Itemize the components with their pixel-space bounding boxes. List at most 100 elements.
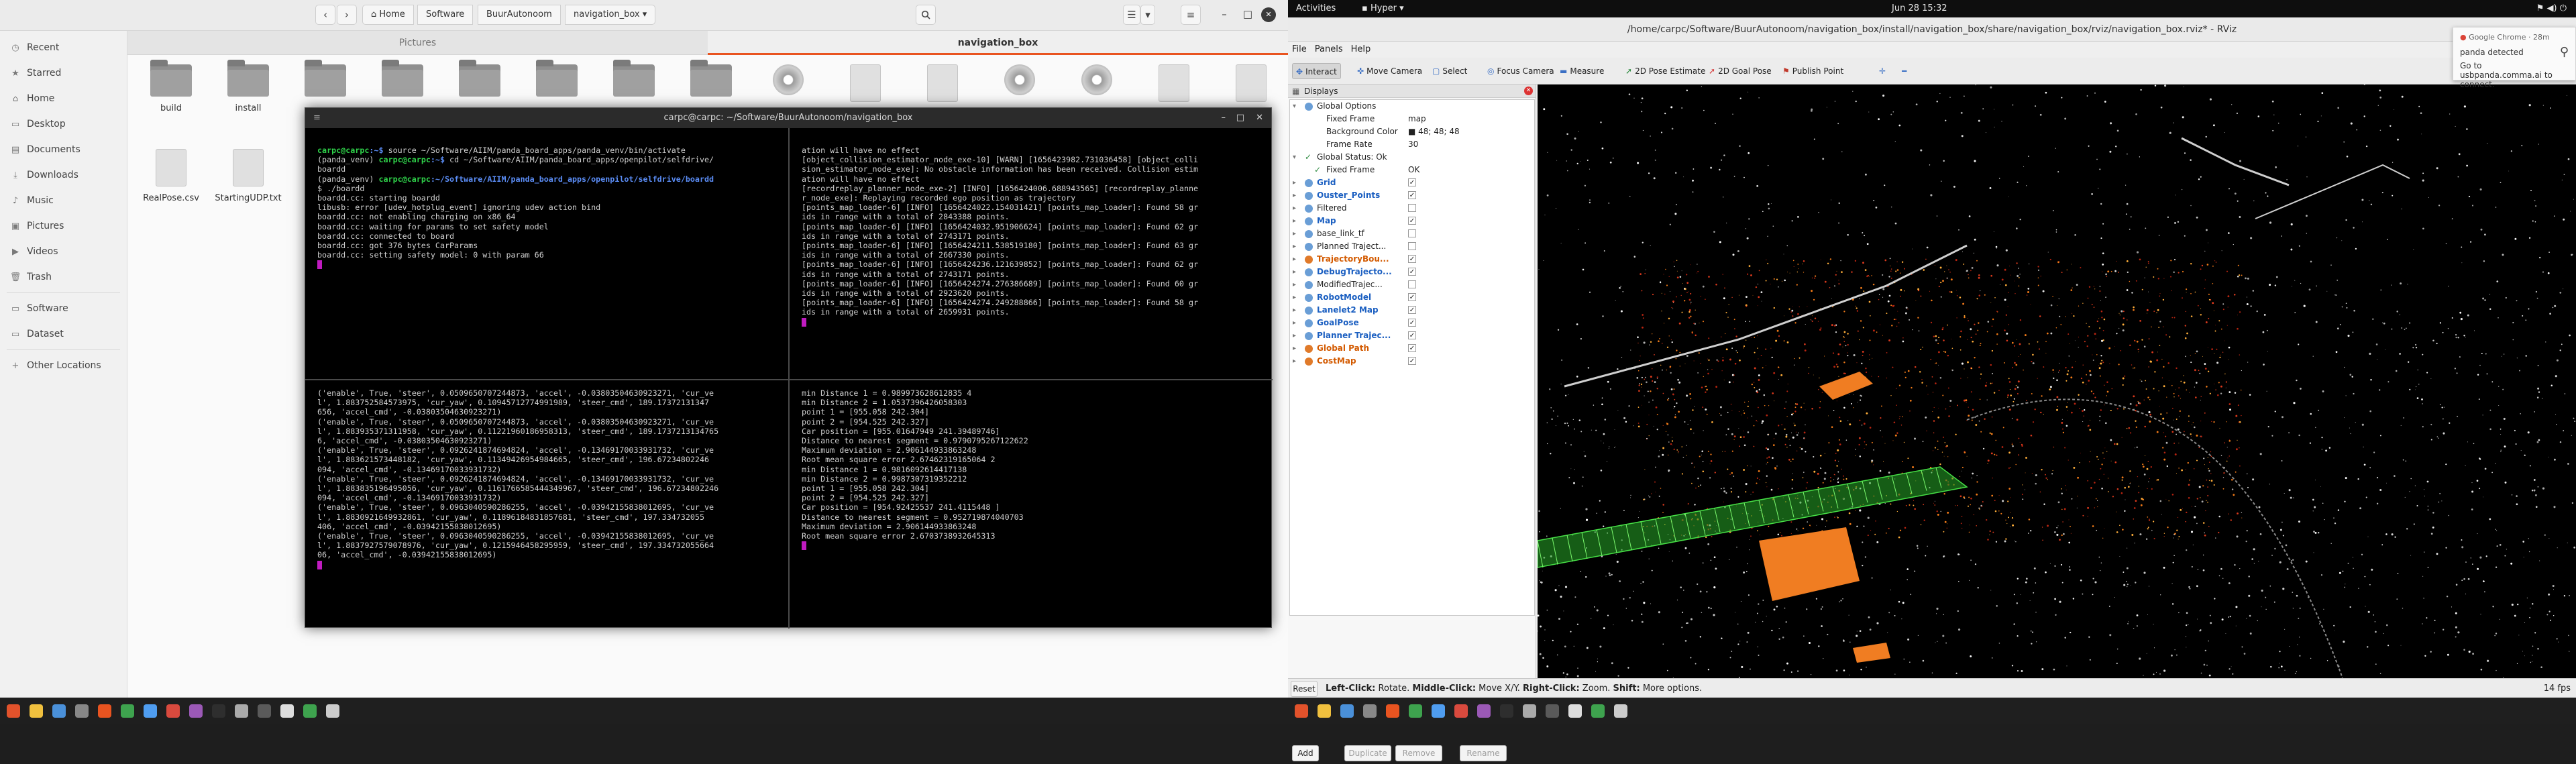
- display-row-planner-trajec-[interactable]: ▸ Planner Trajec... ✓: [1290, 329, 1534, 342]
- back-button[interactable]: ‹: [315, 5, 335, 25]
- taskbar-app-icon[interactable]: [1614, 704, 1627, 718]
- display-row-global-status-ok[interactable]: ▾ ✓ Global Status: Ok: [1290, 151, 1534, 164]
- breadcrumb-home[interactable]: ⌂ Home: [362, 5, 414, 25]
- terminal-close-button[interactable]: ✕: [1256, 108, 1263, 128]
- display-enabled-checkbox[interactable]: ✓: [1408, 217, 1416, 225]
- rename-display-button[interactable]: Rename: [1460, 745, 1507, 761]
- display-value[interactable]: 30: [1408, 138, 1418, 151]
- expand-arrow-icon[interactable]: ▸: [1293, 189, 1296, 202]
- display-enabled-checkbox[interactable]: [1408, 229, 1416, 237]
- file-item[interactable]: StartingUDP.txt: [211, 149, 285, 203]
- terminal-maximize-button[interactable]: □: [1236, 108, 1244, 128]
- tool-interact[interactable]: ✥ Interact: [1292, 63, 1341, 79]
- display-value[interactable]: OK: [1408, 164, 1419, 176]
- expand-arrow-icon[interactable]: ▸: [1293, 215, 1296, 227]
- notification-popup[interactable]: ● Google Chrome · 28m panda detected Go …: [2453, 27, 2576, 89]
- display-enabled-checkbox[interactable]: ✓: [1408, 306, 1416, 314]
- sidebar-item-recent[interactable]: ◷ Recent: [0, 35, 127, 60]
- file-item[interactable]: [828, 64, 902, 109]
- add-display-button[interactable]: Add: [1292, 745, 1319, 761]
- display-row-lanelet2-map[interactable]: ▸ Lanelet2 Map ✓: [1290, 304, 1534, 317]
- taskbar-app-icon[interactable]: [1454, 704, 1468, 718]
- tool-focus-camera[interactable]: ◎ Focus Camera: [1484, 63, 1558, 79]
- pane-divider-horizontal[interactable]: [305, 379, 1273, 380]
- taskbar-app-icon[interactable]: [1340, 704, 1354, 718]
- display-row-robotmodel[interactable]: ▸ RobotModel ✓: [1290, 291, 1534, 304]
- expand-arrow-icon[interactable]: ▸: [1293, 291, 1296, 304]
- sidebar-item-trash[interactable]: 🗑 Trash: [0, 264, 127, 290]
- display-row-fixed-frame[interactable]: ✓ Fixed Frame OK: [1290, 164, 1534, 176]
- taskbar-app-icon[interactable]: [1295, 704, 1308, 718]
- display-enabled-checkbox[interactable]: ✓: [1408, 331, 1416, 339]
- expand-arrow-icon[interactable]: ▸: [1293, 317, 1296, 329]
- expand-arrow-icon[interactable]: ▸: [1293, 240, 1296, 253]
- display-row-grid[interactable]: ▸ Grid ✓: [1290, 176, 1534, 189]
- maximize-button[interactable]: □: [1238, 5, 1258, 25]
- taskbar-app-icon[interactable]: [1591, 704, 1605, 718]
- display-row-debugtrajecto-[interactable]: ▸ DebugTrajecto... ✓: [1290, 266, 1534, 278]
- taskbar-app-icon[interactable]: [121, 704, 134, 718]
- taskbar-app-icon[interactable]: [1318, 704, 1331, 718]
- minimize-button[interactable]: –: [1214, 5, 1234, 25]
- tool-publish-point[interactable]: ⚑ Publish Point: [1779, 63, 1847, 79]
- terminal-pane-deviation-output[interactable]: min Distance 1 = 0.989973628612835 4 min …: [790, 384, 1273, 620]
- app-menu[interactable]: ▪ Hyper ▾: [1362, 0, 1404, 17]
- tool-move-camera[interactable]: ✜ Move Camera: [1354, 63, 1426, 79]
- menu-file[interactable]: File: [1288, 42, 1311, 58]
- display-row-map[interactable]: ▸ Map ✓: [1290, 215, 1534, 227]
- display-enabled-checkbox[interactable]: ✓: [1408, 293, 1416, 301]
- file-item[interactable]: RealPose.csv: [134, 149, 208, 203]
- display-row-base-link-tf[interactable]: ▸ base_link_tf: [1290, 227, 1534, 240]
- file-item[interactable]: [288, 60, 362, 103]
- display-enabled-checkbox[interactable]: ✓: [1408, 191, 1416, 199]
- file-item[interactable]: [674, 60, 748, 103]
- taskbar-app-icon[interactable]: [235, 704, 248, 718]
- tab-pictures[interactable]: Pictures: [127, 31, 708, 55]
- display-row-frame-rate[interactable]: Frame Rate 30: [1290, 138, 1534, 151]
- file-item[interactable]: build: [134, 60, 208, 113]
- taskbar-app-icon[interactable]: [303, 704, 317, 718]
- taskbar-app-icon[interactable]: [189, 704, 203, 718]
- clock[interactable]: Jun 28 15:32: [1892, 0, 1947, 17]
- forward-button[interactable]: ›: [337, 5, 357, 25]
- sidebar-item-documents[interactable]: ▤ Documents: [0, 137, 127, 162]
- terminal-menu-icon[interactable]: ≡: [313, 108, 321, 128]
- file-item[interactable]: [906, 64, 979, 109]
- taskbar-app-icon[interactable]: [144, 704, 157, 718]
- display-row-filtered[interactable]: ▸ Filtered: [1290, 202, 1534, 215]
- menu-panels[interactable]: Panels: [1311, 42, 1347, 58]
- sidebar-item-starred[interactable]: ★ Starred: [0, 60, 127, 86]
- sidebar-item-desktop[interactable]: ▭ Desktop: [0, 111, 127, 137]
- taskbar-app-icon[interactable]: [1546, 704, 1559, 718]
- taskbar-app-icon[interactable]: [98, 704, 111, 718]
- breadcrumb-navigation-box[interactable]: navigation_box ▾: [565, 5, 656, 25]
- sidebar-item-software[interactable]: ▭ Software: [0, 296, 127, 321]
- file-item[interactable]: [443, 60, 517, 103]
- menu-help[interactable]: Help: [1347, 42, 1375, 58]
- tool-2d-goal-pose[interactable]: ➚ 2D Goal Pose: [1705, 63, 1775, 79]
- pane-divider-vertical[interactable]: [788, 128, 790, 629]
- display-value[interactable]: map: [1408, 113, 1426, 125]
- display-enabled-checkbox[interactable]: ✓: [1408, 344, 1416, 352]
- taskbar-app-icon[interactable]: [212, 704, 225, 718]
- duplicate-display-button[interactable]: Duplicate: [1344, 745, 1391, 761]
- hamburger-menu-button[interactable]: ≡: [1181, 5, 1201, 25]
- expand-arrow-icon[interactable]: ▸: [1293, 176, 1296, 189]
- expand-arrow-icon[interactable]: ▸: [1293, 227, 1296, 240]
- expand-arrow-icon[interactable]: ▸: [1293, 202, 1296, 215]
- breadcrumb-buurautonoom[interactable]: BuurAutonoom: [478, 5, 561, 25]
- display-enabled-checkbox[interactable]: ✓: [1408, 255, 1416, 263]
- taskbar-app-icon[interactable]: [280, 704, 294, 718]
- breadcrumb-software[interactable]: Software: [417, 5, 474, 25]
- display-row-ouster-points[interactable]: ▸ Ouster_Points ✓: [1290, 189, 1534, 202]
- sidebar-item-home[interactable]: ⌂ Home: [0, 86, 127, 111]
- search-button[interactable]: [916, 5, 936, 25]
- activities-button[interactable]: Activities: [1296, 0, 1336, 17]
- sidebar-item-dataset[interactable]: ▭ Dataset: [0, 321, 127, 347]
- tool-remove-tool[interactable]: ━: [1898, 63, 1913, 79]
- expand-arrow-icon[interactable]: ▸: [1293, 266, 1296, 278]
- taskbar-app-icon[interactable]: [7, 704, 20, 718]
- file-item[interactable]: [597, 60, 671, 103]
- tab-navigation-box[interactable]: navigation_box: [708, 31, 1288, 55]
- display-enabled-checkbox[interactable]: [1408, 204, 1416, 212]
